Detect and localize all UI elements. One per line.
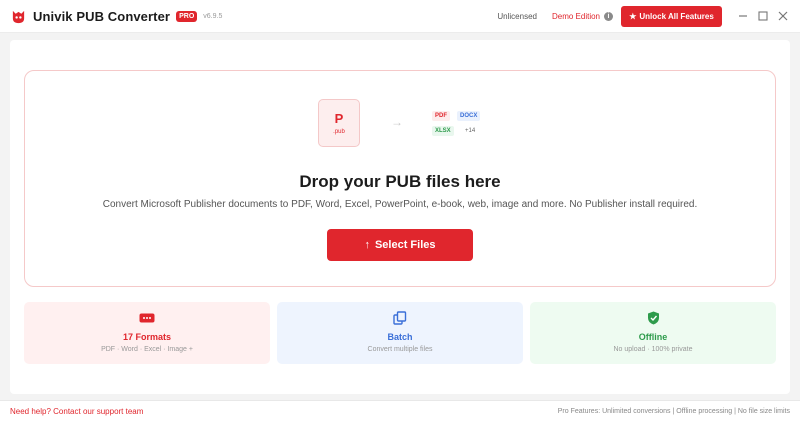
feature-subtitle: No upload · 100% private — [613, 346, 693, 353]
select-files-button[interactable]: ↑ Select Files — [327, 229, 473, 261]
app-logo-icon — [10, 8, 26, 24]
upload-arrow-icon: ↑ — [364, 239, 370, 251]
unlock-button-label: Unlock All Features — [639, 11, 714, 21]
pub-file-letter: P — [334, 110, 344, 126]
file-drop-zone[interactable]: P .pub → PDF DOCX XLSX +14 Drop your PUB… — [24, 70, 776, 287]
format-tag-more: +14 — [465, 128, 476, 134]
info-icon[interactable]: i — [604, 11, 613, 21]
pro-features-text: Pro Features: Unlimited conversions | Of… — [557, 408, 790, 415]
drop-subtitle: Convert Microsoft Publisher documents to… — [102, 199, 698, 210]
close-icon[interactable] — [776, 9, 790, 23]
feature-subtitle: Convert multiple files — [367, 346, 433, 353]
format-tag-xlsx: XLSX — [432, 126, 454, 136]
feature-card-batch: Batch Convert multiple files — [277, 302, 523, 364]
main-panel: P .pub → PDF DOCX XLSX +14 Drop your PUB… — [10, 40, 790, 394]
pub-file-extension: .pub — [333, 128, 345, 135]
feature-title: Offline — [638, 332, 668, 342]
feature-subtitle: PDF · Word · Excel · Image + — [101, 346, 193, 353]
drop-title: Drop your PUB files here — [299, 172, 501, 191]
support-link[interactable]: Need help? Contact our support team — [10, 407, 143, 416]
title-bar: Univik PUB Converter PRO v6.9.5 Unlicens… — [0, 0, 800, 33]
pub-file-icon: P .pub — [318, 99, 360, 147]
feature-title: 17 Formats — [122, 332, 172, 342]
format-tag-docx: DOCX — [457, 111, 481, 121]
app-title: Univik PUB Converter — [33, 8, 171, 24]
unlock-features-button[interactable]: ★ Unlock All Features — [621, 5, 722, 27]
license-status: Unlicensed — [497, 11, 537, 21]
maximize-icon[interactable] — [756, 9, 770, 23]
feature-card-formats: 17 Formats PDF · Word · Excel · Image + — [24, 302, 270, 364]
arrow-right-icon: → — [391, 115, 403, 129]
shield-check-icon — [647, 311, 660, 325]
batch-icon — [393, 311, 407, 325]
format-icon — [139, 311, 155, 325]
feature-title: Batch — [387, 332, 413, 342]
edition-label[interactable]: Demo Edition — [552, 12, 600, 21]
minimize-icon[interactable] — [736, 9, 750, 23]
pro-badge: PRO — [176, 10, 198, 22]
version-label: v6.9.5 — [203, 12, 223, 20]
feature-card-offline: Offline No upload · 100% private — [530, 302, 776, 364]
status-footer: Need help? Contact our support team Pro … — [0, 400, 800, 422]
select-files-label: Select Files — [374, 239, 436, 251]
star-icon: ★ — [629, 11, 637, 21]
format-tag-pdf: PDF — [432, 111, 450, 121]
